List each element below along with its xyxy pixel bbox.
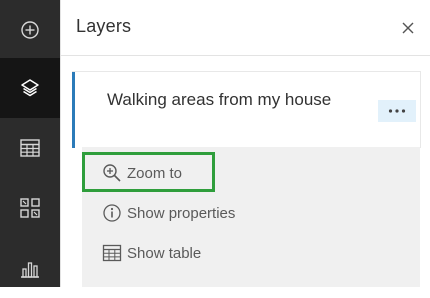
layout-grid-icon [20, 198, 40, 218]
header-divider [61, 55, 430, 56]
charts-button[interactable] [0, 238, 60, 298]
add-icon [21, 21, 39, 39]
layers-icon [21, 79, 39, 97]
table-icon [102, 243, 122, 263]
layer-actions-menu: Zoom to Show properties Show table [82, 147, 420, 287]
table-icon [20, 139, 40, 157]
layout-button[interactable] [0, 178, 60, 238]
more-options-icon [388, 109, 406, 113]
menu-item-show-properties[interactable]: Show properties [82, 194, 420, 232]
side-toolbar [0, 0, 60, 287]
layer-accent-bar [72, 72, 75, 148]
menu-item-show-table[interactable]: Show table [82, 234, 420, 272]
menu-item-label: Show properties [127, 204, 236, 222]
bar-chart-icon [21, 262, 39, 278]
layers-panel: Layers Walking areas from my house Zoom … [60, 0, 430, 287]
table-button[interactable] [0, 118, 60, 178]
more-options-button[interactable] [378, 100, 416, 122]
zoom-to-highlight-box [82, 152, 215, 192]
info-icon [102, 203, 122, 223]
layers-button[interactable] [0, 58, 60, 118]
layer-name: Walking areas from my house [107, 90, 332, 109]
close-button[interactable] [400, 20, 416, 36]
add-button[interactable] [0, 0, 60, 60]
panel-title: Layers [76, 16, 132, 36]
menu-item-label: Show table [127, 244, 202, 262]
layer-item[interactable]: Walking areas from my house [72, 71, 421, 148]
close-icon [402, 22, 414, 34]
